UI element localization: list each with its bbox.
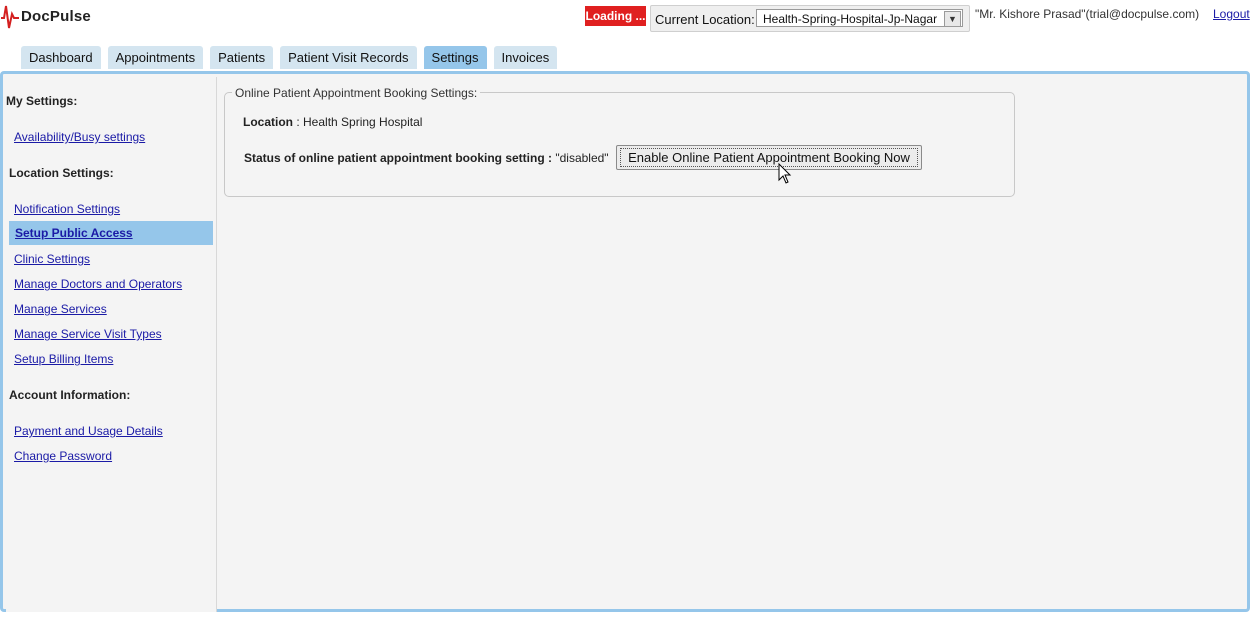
- account-information-heading: Account Information:: [9, 388, 131, 402]
- sidebar-link-manage-service-visit-types[interactable]: Manage Service Visit Types: [14, 327, 162, 341]
- sidebar-link-clinic-settings[interactable]: Clinic Settings: [14, 252, 90, 266]
- my-settings-heading: My Settings:: [6, 94, 78, 108]
- tab-settings[interactable]: Settings: [423, 46, 487, 69]
- current-location-label: Current Location:: [655, 12, 755, 27]
- location-select[interactable]: Health-Spring-Hospital-Jp-Nagar ▼: [756, 9, 963, 27]
- location-settings-heading: Location Settings:: [9, 166, 114, 180]
- sidebar-item-setup-public-access[interactable]: Setup Public Access: [9, 221, 213, 245]
- sidebar-link-notification-settings[interactable]: Notification Settings: [14, 202, 120, 216]
- status-label: Status of online patient appointment boo…: [244, 151, 552, 165]
- location-label: Location: [243, 115, 293, 129]
- enable-booking-button-label: Enable Online Patient Appointment Bookin…: [628, 150, 910, 165]
- loading-indicator: Loading ...: [585, 6, 646, 26]
- tab-dashboard[interactable]: Dashboard: [21, 46, 101, 69]
- chevron-down-icon[interactable]: ▼: [944, 11, 961, 27]
- status-row: Status of online patient appointment boo…: [244, 151, 609, 165]
- location-value: Health Spring Hospital: [303, 115, 423, 129]
- tab-invoices[interactable]: Invoices: [493, 46, 558, 69]
- logout-link[interactable]: Logout: [1213, 7, 1250, 21]
- sidebar-link-payment-usage[interactable]: Payment and Usage Details: [14, 424, 163, 438]
- location-row: Location : Health Spring Hospital: [243, 115, 422, 129]
- sidebar-link-setup-public-access[interactable]: Setup Public Access: [15, 226, 133, 240]
- enable-booking-button[interactable]: Enable Online Patient Appointment Bookin…: [616, 145, 922, 170]
- status-value: "disabled": [555, 151, 609, 165]
- fieldset-title: Online Patient Appointment Booking Setti…: [232, 86, 481, 100]
- logo-text: DocPulse: [21, 7, 91, 25]
- tab-patient-visit-records[interactable]: Patient Visit Records: [280, 46, 417, 69]
- tab-patients[interactable]: Patients: [210, 46, 274, 69]
- main-tabs: Dashboard Appointments Patients Patient …: [21, 46, 564, 69]
- sidebar-link-change-password[interactable]: Change Password: [14, 449, 112, 463]
- current-location-box: Current Location: Health-Spring-Hospital…: [650, 5, 970, 32]
- mouse-pointer-icon: [778, 163, 792, 184]
- settings-sidebar: [6, 77, 217, 612]
- sidebar-link-availability[interactable]: Availability/Busy settings: [14, 130, 145, 144]
- docpulse-logo[interactable]: DocPulse: [0, 2, 91, 30]
- tab-appointments[interactable]: Appointments: [107, 46, 204, 69]
- sidebar-link-manage-services[interactable]: Manage Services: [14, 302, 107, 316]
- sidebar-link-manage-doctors[interactable]: Manage Doctors and Operators: [14, 277, 182, 291]
- location-separator: :: [293, 115, 304, 129]
- sidebar-link-setup-billing-items[interactable]: Setup Billing Items: [14, 352, 113, 366]
- location-select-value: Health-Spring-Hospital-Jp-Nagar: [763, 12, 938, 26]
- pulse-logo-icon: [1, 5, 19, 29]
- user-info: "Mr. Kishore Prasad"(trial@docpulse.com): [975, 7, 1200, 21]
